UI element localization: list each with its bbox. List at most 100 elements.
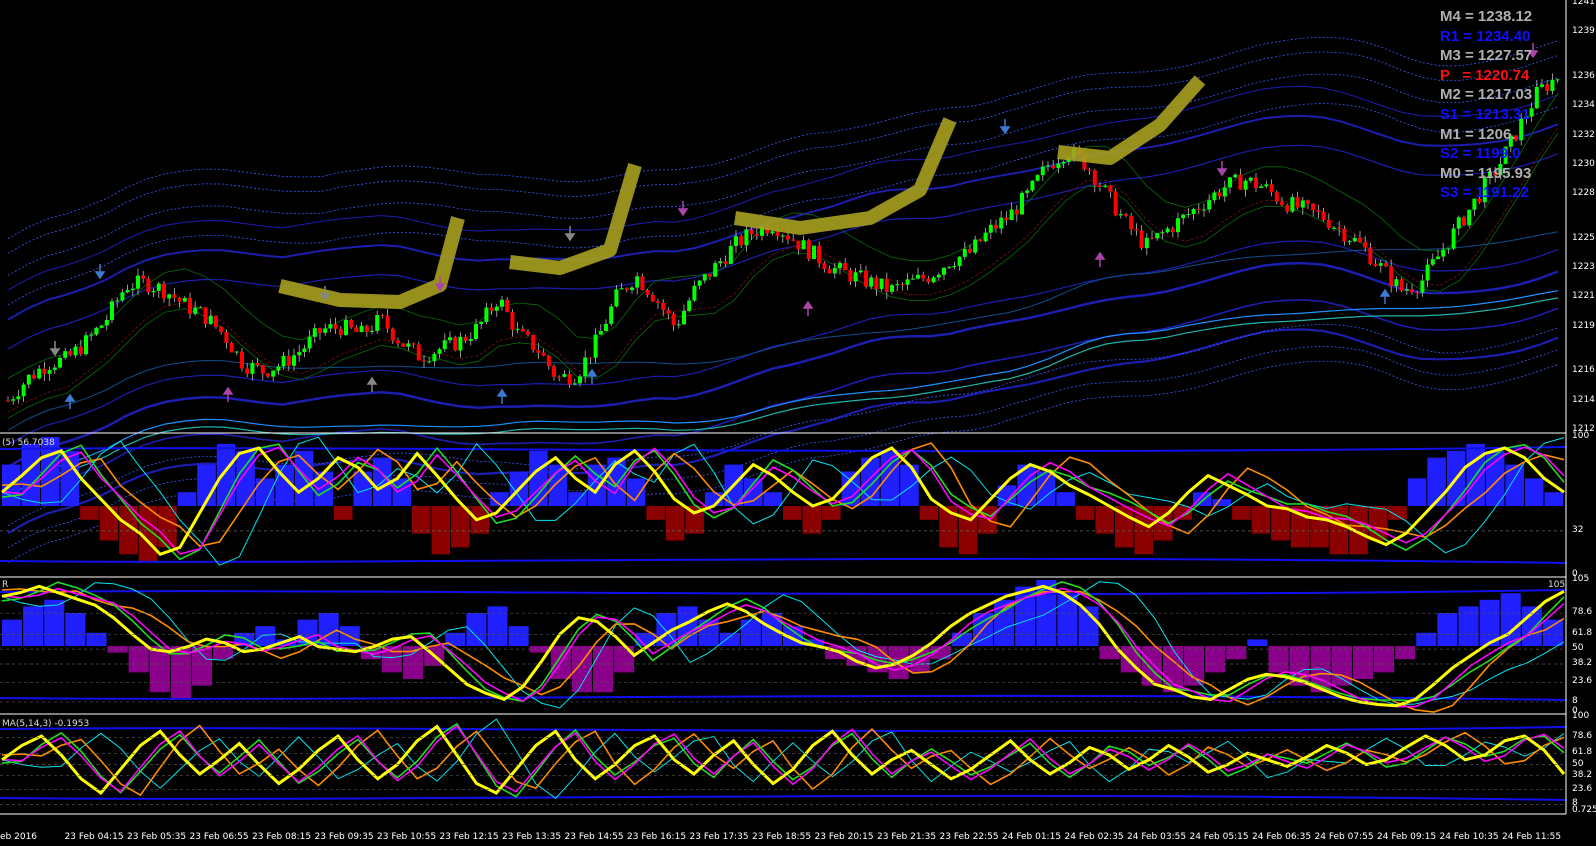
candle-body	[708, 274, 712, 277]
histogram-bar	[508, 626, 529, 646]
candle-body	[926, 278, 931, 283]
candle-body	[1285, 205, 1290, 212]
time-tick: eb 2016	[0, 832, 38, 842]
candle-body	[1009, 209, 1014, 221]
candle-body	[463, 336, 468, 341]
candle-body	[1451, 228, 1456, 249]
candle-body	[1373, 263, 1378, 266]
candle-body	[1352, 237, 1357, 242]
candle-body	[557, 376, 562, 378]
osc2-tick: 105	[1572, 574, 1590, 584]
candle-body	[1113, 191, 1118, 216]
candle-body	[411, 343, 416, 345]
candle-body	[853, 272, 858, 282]
candle-body	[479, 321, 484, 324]
candle-body	[578, 376, 582, 384]
candle-body	[292, 355, 296, 366]
histogram-bar	[1374, 646, 1395, 673]
candle-body	[193, 307, 198, 314]
candle-body	[167, 294, 172, 299]
candle-body	[1056, 163, 1061, 169]
histogram-bar	[255, 478, 275, 506]
histogram-bar	[1271, 506, 1290, 541]
candle-body	[916, 274, 920, 279]
candle-body	[1139, 230, 1144, 249]
candle-body	[1358, 237, 1362, 243]
price-tick: 1236	[1572, 70, 1595, 81]
time-tick: 23 Feb 05:35	[127, 832, 187, 842]
time-tick: 23 Feb 22:55	[939, 832, 999, 842]
candle-body	[879, 278, 884, 290]
candle-body	[104, 319, 109, 326]
candle-body	[515, 328, 520, 330]
candle-body	[229, 342, 234, 353]
time-tick: 24 Feb 03:55	[1127, 832, 1187, 842]
candle-body	[588, 357, 593, 359]
osc3-tick: 61.8	[1572, 747, 1593, 758]
candle-body	[1462, 217, 1466, 226]
histogram-bar	[23, 606, 44, 646]
candle-body	[1150, 237, 1154, 239]
histogram-bar	[529, 450, 548, 506]
histogram-bar	[1232, 506, 1251, 520]
candle-body	[47, 369, 52, 374]
candle-body	[723, 261, 728, 264]
price-tick: 1225	[1572, 232, 1595, 243]
histogram-bar	[431, 506, 451, 555]
histogram-bar	[783, 506, 802, 520]
candle-body	[328, 324, 333, 329]
candle-body	[921, 274, 926, 279]
pivot-r1: R1 = 1234.40	[1440, 27, 1531, 45]
candle-body	[546, 355, 551, 367]
time-tick: 23 Feb 06:55	[189, 832, 249, 842]
candle-body	[869, 277, 874, 287]
histogram-bar	[1247, 639, 1268, 646]
histogram-bar	[1458, 606, 1479, 646]
candle-body	[1087, 169, 1092, 171]
histogram-bar	[381, 646, 402, 673]
time-tick: 23 Feb 21:35	[877, 832, 937, 842]
histogram-bar	[177, 492, 197, 506]
histogram-bar	[665, 506, 685, 541]
candle-body	[848, 270, 853, 282]
candle-body	[1035, 175, 1040, 181]
price-tick: 1241	[1572, 0, 1595, 7]
candle-body	[458, 336, 463, 351]
candle-body	[583, 357, 588, 377]
histogram-bar	[900, 464, 919, 506]
candle-body	[177, 297, 182, 302]
candle-body	[1207, 200, 1212, 210]
candle-body	[240, 351, 244, 369]
candle-body	[130, 288, 135, 291]
candle-body	[775, 231, 780, 236]
histogram-bar	[1162, 646, 1183, 693]
candle-body	[1274, 192, 1279, 202]
candle-body	[1144, 237, 1149, 249]
time-tick: 23 Feb 17:35	[689, 832, 749, 842]
histogram-bar	[1075, 506, 1095, 520]
time-tick: 24 Feb 10:35	[1439, 832, 1499, 842]
histogram-bar	[451, 506, 470, 548]
candle-body	[1165, 228, 1170, 233]
candle-body	[99, 325, 104, 328]
candle-body	[52, 367, 57, 370]
candle-body	[21, 384, 26, 397]
candle-body	[37, 368, 42, 379]
histogram-bar	[86, 632, 107, 646]
histogram-bar	[763, 492, 783, 506]
candle-body	[151, 290, 156, 293]
candle-body	[1384, 263, 1388, 267]
candle-body	[1103, 185, 1108, 187]
oscillator-label-2-right: 105	[1548, 580, 1566, 590]
pivot-m0: M0 = 1195.93	[1440, 164, 1532, 182]
candle-body	[349, 319, 354, 328]
candle-body	[1368, 247, 1373, 264]
candle-body	[822, 263, 827, 270]
candle-body	[1254, 177, 1258, 188]
histogram-bar	[1251, 506, 1271, 534]
osc2-tick: 78.6	[1572, 607, 1593, 618]
oscillator-label-2: R	[2, 580, 9, 590]
candle-body	[172, 294, 177, 298]
candle-body	[905, 279, 910, 285]
price-tick: 1221	[1572, 291, 1595, 302]
